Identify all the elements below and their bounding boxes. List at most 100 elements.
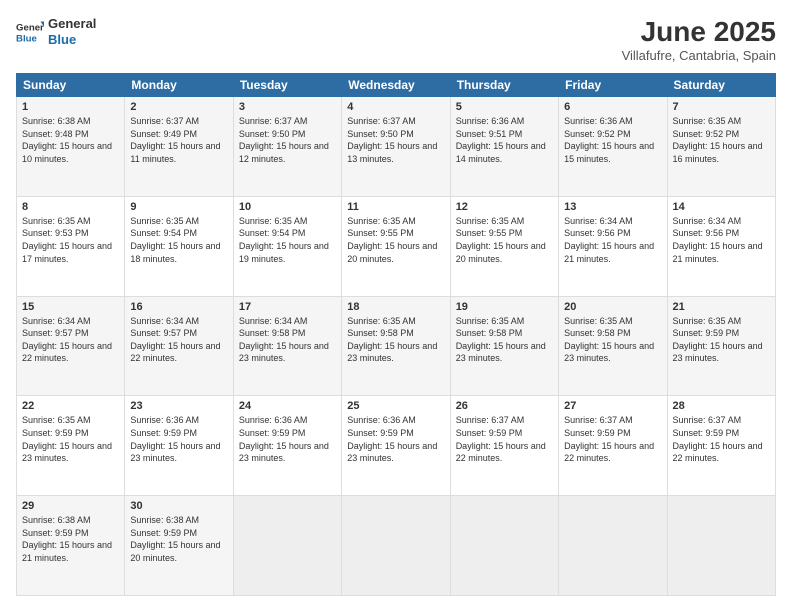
calendar-table: SundayMondayTuesdayWednesdayThursdayFrid… xyxy=(16,73,776,596)
day-number: 29 xyxy=(22,500,119,512)
empty-cell xyxy=(559,496,667,596)
day-cell-28: 28Sunrise: 6:37 AMSunset: 9:59 PMDayligh… xyxy=(667,396,775,496)
day-number: 3 xyxy=(239,101,336,113)
day-number: 4 xyxy=(347,101,444,113)
day-info: Sunrise: 6:38 AMSunset: 9:48 PMDaylight:… xyxy=(22,115,119,165)
day-cell-5: 5Sunrise: 6:36 AMSunset: 9:51 PMDaylight… xyxy=(450,97,558,197)
day-cell-1: 1 Sunrise: 6:38 AMSunset: 9:48 PMDaylight… xyxy=(17,97,125,197)
calendar-week-3: 15Sunrise: 6:34 AMSunset: 9:57 PMDayligh… xyxy=(17,296,776,396)
svg-text:General: General xyxy=(16,22,44,33)
title-block: June 2025 Villafufre, Cantabria, Spain xyxy=(622,16,776,63)
col-header-friday: Friday xyxy=(559,74,667,97)
day-cell-24: 24Sunrise: 6:36 AMSunset: 9:59 PMDayligh… xyxy=(233,396,341,496)
col-header-thursday: Thursday xyxy=(450,74,558,97)
day-info: Sunrise: 6:37 AMSunset: 9:50 PMDaylight:… xyxy=(239,115,336,165)
day-cell-20: 20Sunrise: 6:35 AMSunset: 9:58 PMDayligh… xyxy=(559,296,667,396)
calendar-week-4: 22Sunrise: 6:35 AMSunset: 9:59 PMDayligh… xyxy=(17,396,776,496)
day-cell-30: 30Sunrise: 6:38 AMSunset: 9:59 PMDayligh… xyxy=(125,496,233,596)
location: Villafufre, Cantabria, Spain xyxy=(622,48,776,63)
day-number: 20 xyxy=(564,301,661,313)
empty-cell xyxy=(667,496,775,596)
header: General Blue General Blue June 2025 Vill… xyxy=(16,16,776,63)
col-header-monday: Monday xyxy=(125,74,233,97)
day-number: 2 xyxy=(130,101,227,113)
day-cell-14: 14 Sunrise: 6:34 AMSunset: 9:56 PMDayligh… xyxy=(667,196,775,296)
day-info: Sunrise: 6:37 AMSunset: 9:59 PMDaylight:… xyxy=(456,414,553,464)
day-cell-19: 19 Sunrise: 6:35 AMSunset: 9:58 PMDayligh… xyxy=(450,296,558,396)
day-number: 13 xyxy=(564,201,661,213)
day-info: Sunrise: 6:34 AMSunset: 9:56 PMDaylight:… xyxy=(673,215,770,265)
day-cell-17: 17 Sunrise: 6:34 AMSunset: 9:58 PMDayligh… xyxy=(233,296,341,396)
day-info: Sunrise: 6:35 AMSunset: 9:55 PMDaylight:… xyxy=(456,215,553,265)
day-cell-3: 3 Sunrise: 6:37 AMSunset: 9:50 PMDaylight… xyxy=(233,97,341,197)
day-number: 26 xyxy=(456,400,553,412)
day-info: Sunrise: 6:35 AMSunset: 9:58 PMDaylight:… xyxy=(456,315,553,365)
day-number: 16 xyxy=(130,301,227,313)
day-cell-18: 18 Sunrise: 6:35 AMSunset: 9:58 PMDayligh… xyxy=(342,296,450,396)
day-number: 25 xyxy=(347,400,444,412)
day-info: Sunrise: 6:38 AMSunset: 9:59 PMDaylight:… xyxy=(22,514,119,564)
page: General Blue General Blue June 2025 Vill… xyxy=(0,0,792,612)
month-year: June 2025 xyxy=(622,16,776,48)
day-cell-16: 16 Sunrise: 6:34 AMSunset: 9:57 PMDayligh… xyxy=(125,296,233,396)
day-info: Sunrise: 6:34 AMSunset: 9:58 PMDaylight:… xyxy=(239,315,336,365)
day-number: 14 xyxy=(673,201,770,213)
day-cell-11: 11 Sunrise: 6:35 AMSunset: 9:55 PMDayligh… xyxy=(342,196,450,296)
calendar-week-5: 29 Sunrise: 6:38 AMSunset: 9:59 PMDayligh… xyxy=(17,496,776,596)
day-number: 11 xyxy=(347,201,444,213)
day-cell-22: 22Sunrise: 6:35 AMSunset: 9:59 PMDayligh… xyxy=(17,396,125,496)
day-info: Sunrise: 6:35 AMSunset: 9:54 PMDaylight:… xyxy=(239,215,336,265)
day-info: Sunrise: 6:36 AMSunset: 9:59 PMDaylight:… xyxy=(130,414,227,464)
day-info: Sunrise: 6:36 AMSunset: 9:59 PMDaylight:… xyxy=(239,414,336,464)
day-info: Sunrise: 6:38 AMSunset: 9:59 PMDaylight:… xyxy=(130,514,227,564)
day-info: Sunrise: 6:34 AMSunset: 9:56 PMDaylight:… xyxy=(564,215,661,265)
day-number: 8 xyxy=(22,201,119,213)
day-cell-7: 7Sunrise: 6:35 AMSunset: 9:52 PMDaylight… xyxy=(667,97,775,197)
day-number: 9 xyxy=(130,201,227,213)
calendar-week-2: 8Sunrise: 6:35 AMSunset: 9:53 PMDaylight… xyxy=(17,196,776,296)
day-number: 12 xyxy=(456,201,553,213)
day-cell-4: 4Sunrise: 6:37 AMSunset: 9:50 PMDaylight… xyxy=(342,97,450,197)
day-info: Sunrise: 6:35 AMSunset: 9:55 PMDaylight:… xyxy=(347,215,444,265)
day-number: 1 xyxy=(22,101,119,113)
logo-line1: General xyxy=(48,16,96,32)
day-number: 10 xyxy=(239,201,336,213)
day-info: Sunrise: 6:34 AMSunset: 9:57 PMDaylight:… xyxy=(130,315,227,365)
calendar-week-1: 1 Sunrise: 6:38 AMSunset: 9:48 PMDaylight… xyxy=(17,97,776,197)
day-number: 6 xyxy=(564,101,661,113)
day-number: 19 xyxy=(456,301,553,313)
day-number: 7 xyxy=(673,101,770,113)
day-number: 18 xyxy=(347,301,444,313)
day-info: Sunrise: 6:34 AMSunset: 9:57 PMDaylight:… xyxy=(22,315,119,365)
svg-text:Blue: Blue xyxy=(16,33,37,44)
day-cell-21: 21Sunrise: 6:35 AMSunset: 9:59 PMDayligh… xyxy=(667,296,775,396)
day-cell-27: 27 Sunrise: 6:37 AMSunset: 9:59 PMDayligh… xyxy=(559,396,667,496)
logo-line2: Blue xyxy=(48,32,96,48)
day-info: Sunrise: 6:37 AMSunset: 9:59 PMDaylight:… xyxy=(564,414,661,464)
day-info: Sunrise: 6:35 AMSunset: 9:58 PMDaylight:… xyxy=(347,315,444,365)
day-info: Sunrise: 6:36 AMSunset: 9:52 PMDaylight:… xyxy=(564,115,661,165)
day-cell-8: 8Sunrise: 6:35 AMSunset: 9:53 PMDaylight… xyxy=(17,196,125,296)
day-cell-26: 26 Sunrise: 6:37 AMSunset: 9:59 PMDayligh… xyxy=(450,396,558,496)
day-number: 28 xyxy=(673,400,770,412)
col-header-saturday: Saturday xyxy=(667,74,775,97)
day-cell-2: 2 Sunrise: 6:37 AMSunset: 9:49 PMDaylight… xyxy=(125,97,233,197)
day-number: 17 xyxy=(239,301,336,313)
day-cell-25: 25 Sunrise: 6:36 AMSunset: 9:59 PMDayligh… xyxy=(342,396,450,496)
logo: General Blue General Blue xyxy=(16,16,96,47)
logo-icon: General Blue xyxy=(16,18,44,46)
day-info: Sunrise: 6:35 AMSunset: 9:54 PMDaylight:… xyxy=(130,215,227,265)
day-number: 27 xyxy=(564,400,661,412)
day-cell-15: 15Sunrise: 6:34 AMSunset: 9:57 PMDayligh… xyxy=(17,296,125,396)
day-info: Sunrise: 6:37 AMSunset: 9:49 PMDaylight:… xyxy=(130,115,227,165)
col-header-wednesday: Wednesday xyxy=(342,74,450,97)
day-cell-10: 10 Sunrise: 6:35 AMSunset: 9:54 PMDayligh… xyxy=(233,196,341,296)
day-info: Sunrise: 6:36 AMSunset: 9:59 PMDaylight:… xyxy=(347,414,444,464)
day-cell-23: 23Sunrise: 6:36 AMSunset: 9:59 PMDayligh… xyxy=(125,396,233,496)
day-number: 21 xyxy=(673,301,770,313)
day-cell-9: 9 Sunrise: 6:35 AMSunset: 9:54 PMDaylight… xyxy=(125,196,233,296)
empty-cell xyxy=(233,496,341,596)
day-info: Sunrise: 6:35 AMSunset: 9:59 PMDaylight:… xyxy=(22,414,119,464)
empty-cell xyxy=(342,496,450,596)
calendar-header-row: SundayMondayTuesdayWednesdayThursdayFrid… xyxy=(17,74,776,97)
